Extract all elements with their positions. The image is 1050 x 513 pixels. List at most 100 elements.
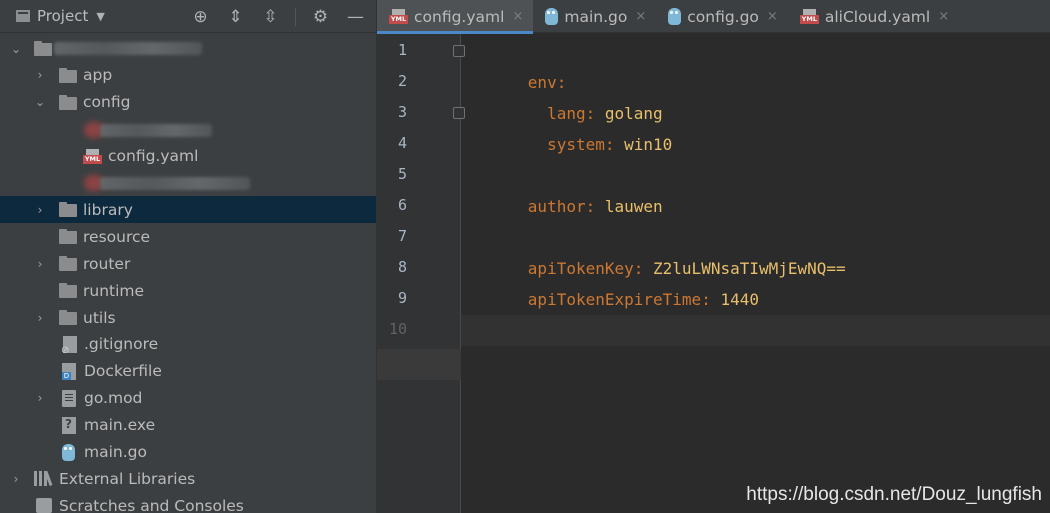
code-line: env: [461, 36, 1050, 92]
chevron-down-icon[interactable]: ▼ [96, 10, 104, 23]
chevron-right-icon[interactable]: › [10, 472, 22, 486]
yaml-file-icon: YML [83, 148, 102, 164]
tree-item-main-go[interactable]: main.go [0, 439, 376, 466]
yaml-file-icon: YML [799, 9, 819, 24]
tab-main-go[interactable]: main.go × [533, 0, 656, 33]
tree-item-label: app [83, 66, 113, 85]
tree-item-runtime[interactable]: runtime [0, 277, 376, 304]
line-number: 10 [388, 320, 407, 338]
tree-item-scratches[interactable]: Scratches and Consoles [0, 492, 376, 513]
tree-item-redacted[interactable] [0, 116, 376, 143]
tree-item-resource[interactable]: resource [0, 223, 376, 250]
line-number: 5 [397, 165, 407, 183]
panel-toolbar: ⊕ ⇕ ⇳ ⚙ — [190, 6, 366, 27]
tab-config-yaml[interactable]: YML config.yaml × [377, 0, 534, 34]
docker-file-icon [62, 362, 76, 380]
watermark: https://blog.csdn.net/Douz_lungfish [746, 484, 1042, 505]
yaml-file-icon: YML [389, 9, 408, 24]
redacted-file-name [100, 176, 250, 190]
editor-tab-bar: YML config.yaml × main.go × config.go × … [377, 0, 1050, 34]
close-icon[interactable]: × [767, 9, 778, 24]
code-line: apiTokenRebuildTime: 100 [461, 284, 1050, 340]
folder-icon [34, 41, 52, 56]
tree-item-utils[interactable]: › utils [0, 304, 376, 331]
tree-item-label: library [83, 200, 133, 219]
line-number: 4 [397, 134, 407, 152]
current-line-gutter-highlight [377, 349, 461, 380]
tree-item-label: go.mod [84, 389, 143, 408]
tab-label: aliCloud.yaml [824, 7, 931, 26]
toolbar-separator [295, 7, 296, 26]
line-number-gutter: 1 2 3 4 5 6 7 8 9 10 [377, 34, 465, 513]
line-number: 3 [397, 103, 407, 121]
line-number: 9 [397, 289, 407, 307]
folder-icon [59, 283, 77, 299]
folder-icon [59, 94, 77, 110]
line-number: 8 [397, 258, 407, 276]
tab-alicloud-yaml[interactable]: YML aliCloud.yaml × [788, 0, 959, 33]
tab-label: main.go [564, 7, 628, 26]
close-icon[interactable]: × [512, 9, 523, 24]
project-tool-window: Project ▼ ⊕ ⇕ ⇳ ⚙ — ⌄ › app ⌄ config YML… [0, 0, 377, 513]
tree-root[interactable]: ⌄ [0, 35, 376, 62]
tree-item-label: main.exe [84, 416, 156, 435]
tree-item-label: Dockerfile [84, 362, 162, 381]
tree-item-label: main.go [84, 443, 147, 461]
line-number: 6 [397, 196, 407, 214]
minimize-icon[interactable]: — [345, 6, 366, 27]
code-editor[interactable]: env: lang: golang system: win10 author: … [461, 34, 1050, 513]
tab-label: config.yaml [414, 7, 505, 26]
chevron-down-icon[interactable]: ⌄ [10, 42, 22, 56]
project-view-selector[interactable]: Project [37, 7, 88, 25]
tree-item-router[interactable]: › router [0, 250, 376, 277]
editor-area: YML config.yaml × main.go × config.go × … [377, 0, 1050, 513]
tree-item-redacted[interactable] [0, 170, 376, 197]
tree-item-main-exe[interactable]: main.exe [0, 412, 376, 439]
locate-icon[interactable]: ⊕ [190, 6, 211, 27]
tree-item-external-libraries[interactable]: › External Libraries [0, 465, 376, 492]
chevron-right-icon[interactable]: › [34, 311, 46, 325]
tab-config-go[interactable]: config.go × [656, 0, 788, 33]
chevron-right-icon[interactable]: › [34, 68, 46, 82]
go-file-icon [668, 8, 682, 25]
text-file-icon [62, 389, 76, 407]
tree-item-label: runtime [83, 281, 145, 300]
tree-item-dockerfile[interactable]: Dockerfile [0, 358, 376, 385]
tree-item-gitignore[interactable]: .gitignore [0, 331, 376, 358]
close-icon[interactable]: × [938, 9, 949, 24]
go-file-icon [545, 8, 559, 25]
folder-icon [59, 256, 77, 272]
close-icon[interactable]: × [635, 9, 646, 24]
tree-item-label: utils [83, 308, 116, 327]
tree-item-label: Scratches and Consoles [59, 496, 244, 513]
gitignore-file-icon [61, 335, 77, 356]
tree-item-label: resource [83, 227, 151, 246]
chevron-right-icon[interactable]: › [34, 257, 46, 271]
go-file-icon [62, 443, 75, 461]
tree-item-label: router [83, 254, 131, 273]
tree-item-label: config.yaml [108, 147, 199, 166]
tree-item-go-mod[interactable]: › go.mod [0, 385, 376, 412]
gear-icon[interactable]: ⚙ [310, 6, 331, 27]
tree-item-app[interactable]: › app [0, 62, 376, 89]
code-line: lang: golang [461, 67, 1050, 123]
code-line: apiTokenExpireTime: 1440 [461, 253, 1050, 309]
tree-item-config-yaml[interactable]: YML config.yaml [0, 143, 376, 170]
tree-item-label: config [83, 93, 131, 112]
tree-item-library[interactable]: › library [0, 196, 376, 224]
line-number: 2 [397, 72, 407, 90]
chevron-down-icon[interactable]: ⌄ [34, 95, 46, 109]
scratches-icon [36, 498, 52, 513]
expand-all-icon[interactable]: ⇕ [225, 6, 246, 27]
code-line: system: win10 [461, 98, 1050, 154]
chevron-right-icon[interactable]: › [34, 391, 46, 405]
folder-icon [59, 310, 77, 325]
chevron-right-icon[interactable]: › [34, 203, 46, 217]
redacted-file-name [100, 123, 212, 137]
tree-item-config[interactable]: ⌄ config [0, 89, 376, 116]
collapse-all-icon[interactable]: ⇳ [260, 6, 281, 27]
project-header: Project ▼ ⊕ ⇕ ⇳ ⚙ — [0, 0, 376, 33]
tab-label: config.go [687, 7, 759, 26]
